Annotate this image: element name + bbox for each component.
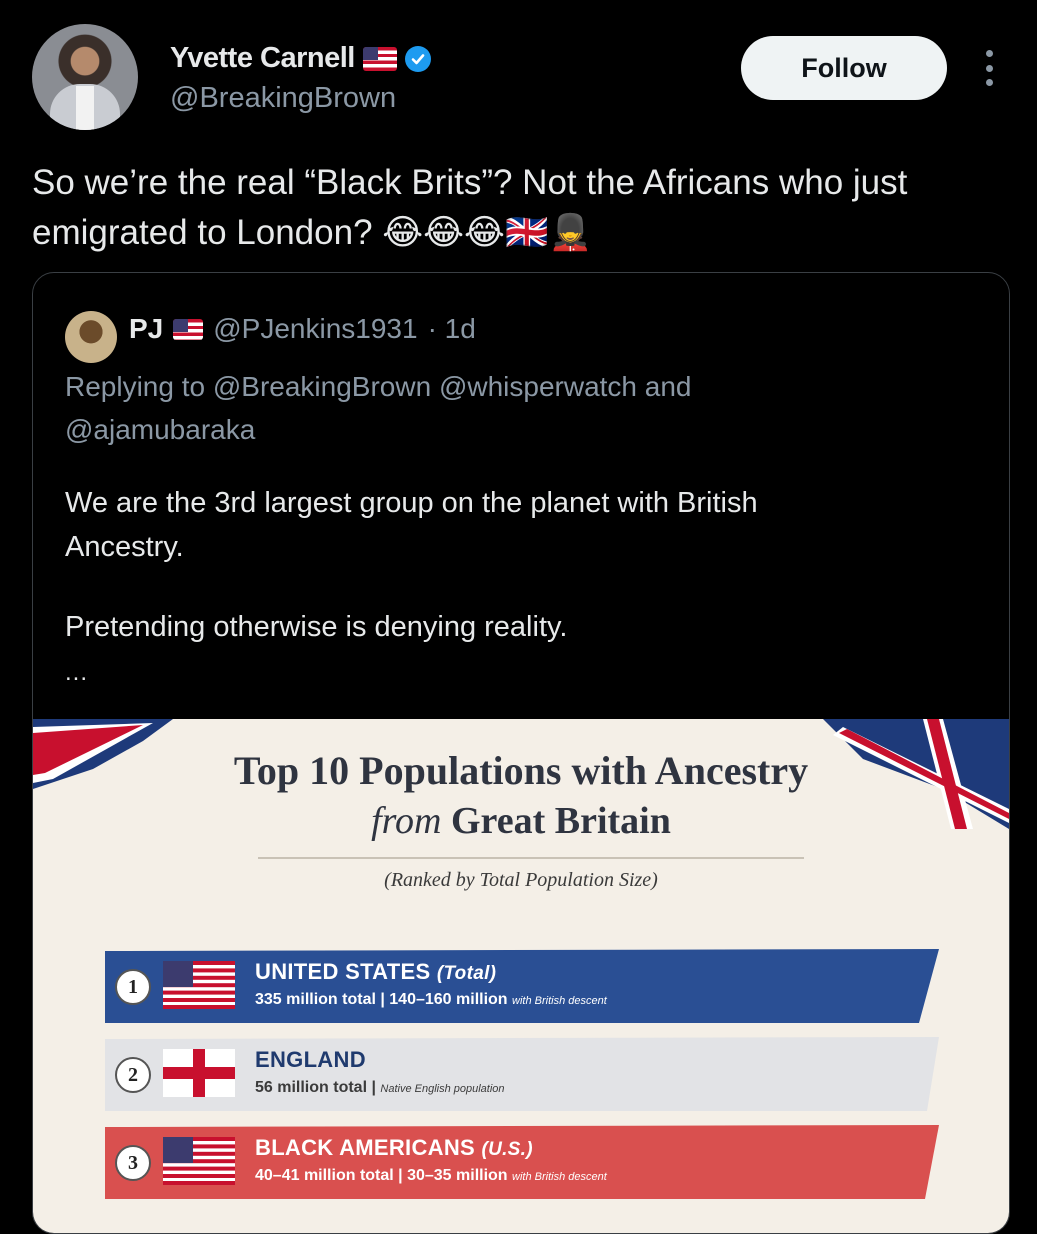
replying-to-line-2[interactable]: @ajamubaraka	[65, 408, 965, 451]
rank-detail-text: 40–41 million total | 30–35 million	[255, 1167, 508, 1184]
quoted-author-avatar[interactable]	[65, 311, 117, 363]
rank-detail-text: 56 million total |	[255, 1079, 376, 1096]
rank-title-text: BLACK AMERICANS	[255, 1135, 476, 1160]
quoted-body-line-3: Pretending otherwise is denying reality.	[65, 611, 568, 643]
replying-to: Replying to @BreakingBrown @whisperwatch…	[65, 365, 965, 451]
us-flag-icon	[163, 1137, 235, 1185]
rank-row-3: 3 BLACK AMERICANS (U.S.) 40–41 million t…	[105, 1125, 939, 1199]
rank-badge: 2	[115, 1057, 151, 1093]
rank-title: BLACK AMERICANS (U.S.)	[255, 1135, 533, 1161]
rank-title: ENGLAND	[255, 1047, 366, 1073]
infographic-note: (Ranked by Total Population Size)	[384, 869, 658, 891]
quoted-body-line-1: We are the 3rd largest group on the plan…	[65, 487, 758, 519]
rank-row-2: 2 ENGLAND 56 million total | Native Engl…	[105, 1037, 939, 1111]
verified-badge-icon	[404, 45, 431, 72]
infographic-title: Top 10 Populations with Ancestry	[233, 748, 809, 793]
author-avatar[interactable]	[32, 24, 138, 130]
quoted-body-line-2: Ancestry.	[65, 531, 184, 563]
rank-detail-small: Native English population	[380, 1083, 505, 1095]
quoted-author-name[interactable]: PJ	[129, 313, 163, 345]
us-flag-icon	[173, 318, 204, 340]
rank-title-text: ENGLAND	[255, 1047, 366, 1072]
author-name[interactable]: Yvette Carnell	[170, 42, 355, 75]
rank-row-1: 1 UNITED STATES (Total) 335 million tota…	[105, 949, 939, 1023]
follow-button[interactable]: Follow	[741, 36, 947, 100]
rank-detail: 335 million total | 140–160 million with…	[255, 991, 607, 1009]
rank-title-text: UNITED STATES	[255, 959, 431, 984]
rank-detail: 40–41 million total | 30–35 million with…	[255, 1167, 607, 1185]
replying-to-line-1[interactable]: Replying to @BreakingBrown @whisperwatch…	[65, 365, 965, 408]
avatar-shirt	[76, 86, 94, 130]
quoted-ellipsis: ...	[65, 659, 89, 686]
rank-detail-text: 335 million total | 140–160 million	[255, 991, 508, 1008]
author-name-row: Yvette Carnell	[170, 42, 431, 75]
quoted-author-handle[interactable]: @PJenkins1931	[213, 313, 417, 345]
rank-title-suffix: (Total)	[436, 963, 497, 984]
rank-detail-small: with British descent	[512, 1171, 607, 1183]
author-handle[interactable]: @BreakingBrown	[170, 82, 396, 115]
infographic-image[interactable]: Top 10 Populations with Ancestry from Gr…	[33, 719, 1009, 1233]
rank-badge: 3	[115, 1145, 151, 1181]
infographic-divider	[258, 857, 804, 859]
us-flag-icon	[362, 46, 397, 71]
rank-title: UNITED STATES (Total)	[255, 959, 496, 985]
rank-detail-small: with British descent	[512, 995, 607, 1007]
quoted-tweet[interactable]: PJ @PJenkins1931 · 1d Replying to @Break…	[32, 272, 1010, 1234]
us-flag-icon	[163, 961, 235, 1009]
quoted-body: We are the 3rd largest group on the plan…	[65, 481, 965, 649]
rank-badge: 1	[115, 969, 151, 1005]
england-flag-icon	[163, 1049, 235, 1097]
infographic-subtitle-italic: from	[371, 800, 442, 842]
more-options-icon[interactable]	[978, 50, 1000, 86]
rank-title-suffix: (U.S.)	[481, 1139, 533, 1160]
rank-detail: 56 million total | Native English popula…	[255, 1079, 505, 1097]
tweet-text: So we’re the real “Black Brits”? Not the…	[32, 163, 908, 252]
infographic-subtitle-bold: Great Britain	[451, 800, 671, 842]
quoted-author-row: PJ @PJenkins1931 · 1d	[129, 313, 476, 345]
infographic-subtitle: from Great Britain	[33, 799, 1009, 843]
quoted-timestamp: · 1d	[427, 313, 476, 344]
